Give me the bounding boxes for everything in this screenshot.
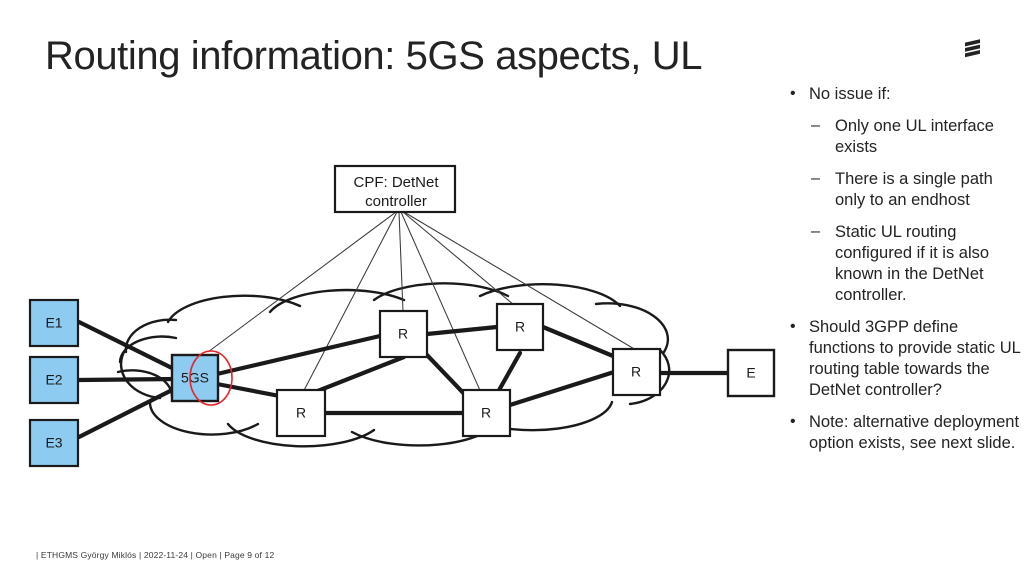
slide-footer: | ETHGMS György Miklós | 2022-11-24 | Op… [36,550,275,560]
router-right-node: R [611,347,662,397]
bullet-marker: – [811,223,820,240]
bullet-marker: – [811,117,820,134]
slide-canvas: Routing information: 5GS aspects, UL E1 … [0,0,1024,576]
bullet-marker: • [790,413,796,430]
router-bottom-right-node: R [461,388,512,438]
bullet-item-3: – Static UL routing configured if it is … [783,222,1023,306]
endhost-e1-label: E1 [45,315,62,331]
endhost-e1-node: E1 [28,298,80,348]
bullet-marker: – [811,170,820,187]
bullet-item-5: • Note: alternative deployment option ex… [783,412,1023,454]
router-top-right-node: R [495,302,545,352]
bullet-item-1: – Only one UL interface exists [783,116,1023,158]
router-top-right-label: R [515,319,525,335]
page-title: Routing information: 5GS aspects, UL [45,34,703,78]
bullet-text: There is a single path only to an endhos… [835,170,993,209]
endhost-e2-label: E2 [45,372,62,388]
ericsson-logo [958,34,988,64]
controller-control-links [207,211,637,405]
bullet-list: • No issue if: – Only one UL interface e… [783,84,1023,465]
endhost-e2-node: E2 [28,355,80,405]
bullet-text: Only one UL interface exists [835,117,994,156]
gateway-5gs-label: 5GS [181,370,209,386]
network-cloud-outline [116,282,671,448]
bullet-item-2: – There is a single path only to an endh… [783,169,1023,211]
cpf-controller-label-line2: controller [365,193,427,210]
router-top-left-label: R [398,326,408,342]
router-bottom-right-label: R [481,405,491,421]
endhost-e3-node: E3 [28,418,80,468]
router-top-left-node: R [378,309,429,359]
cpf-controller-label-line1: CPF: DetNet [353,174,439,191]
router-bottom-left-label: R [296,405,306,421]
bullet-item-0: • No issue if: [783,84,1023,105]
gateway-5gs-node: 5GS [170,353,220,403]
bullet-text: Static UL routing configured if it is al… [835,223,990,304]
bullet-marker: • [790,318,796,335]
cpf-detnet-controller-node: CPF: DetNet controller [333,164,457,214]
data-links [76,319,731,440]
bullet-marker: • [790,85,796,102]
endhost-e3-label: E3 [45,435,62,451]
bullet-item-4: • Should 3GPP define functions to provid… [783,317,1023,401]
router-bottom-left-node: R [275,388,327,438]
bullet-text: Note: alternative deployment option exis… [809,413,1020,452]
ul-interface-highlight-ellipse [189,350,233,406]
bullet-text: No issue if: [809,85,891,103]
router-right-label: R [631,364,641,380]
endhost-right-label: E [746,365,755,381]
bullet-text: Should 3GPP define functions to provide … [809,318,1021,399]
endhost-right-node: E [726,348,776,398]
